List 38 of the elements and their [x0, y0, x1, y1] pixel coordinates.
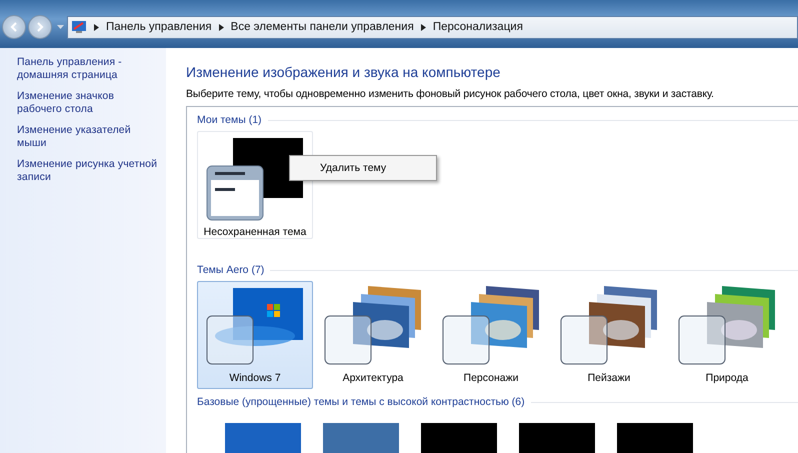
chevron-icon [94, 24, 99, 30]
breadcrumb[interactable]: Персонализация [432, 21, 523, 33]
sidebar-link[interactable]: Изменение указателей мыши [17, 124, 160, 150]
page-title: Изменение изображения и звука на компьютере [186, 64, 502, 80]
theme-name: Windows 7 [229, 372, 281, 384]
theme-tile[interactable]: Персонажи [433, 281, 549, 389]
chevron-icon [420, 24, 426, 30]
theme-name: Персонажи [464, 372, 518, 384]
sidebar-link[interactable]: Изменение значков рабочего стола [17, 90, 160, 116]
theme-thumbnail[interactable] [323, 423, 399, 453]
chevron-icon [218, 24, 224, 30]
theme-thumbnail[interactable] [617, 423, 693, 453]
page-description: Выберите тему, чтобы одновременно изменить фоновый рисунок рабочего стола, цвет окна, звуки и заставку. [186, 88, 715, 100]
theme-thumbnail[interactable] [225, 423, 301, 453]
breadcrumb[interactable]: Все элементы панели управления [230, 21, 414, 33]
theme-tile[interactable]: Пейзажи [551, 281, 667, 389]
theme-tile[interactable]: Несохраненная тема [197, 131, 313, 239]
sidebar-link[interactable]: Изменение рисунка учетной записи [17, 158, 160, 184]
theme-thumbnail[interactable] [519, 423, 595, 453]
theme-name: Несохраненная тема [204, 226, 306, 238]
forward-button[interactable] [28, 15, 52, 39]
theme-tile[interactable]: Windows 7 [197, 281, 313, 389]
section-heading: Темы Aero (7) [197, 264, 264, 276]
theme-thumbnail[interactable] [421, 423, 497, 453]
theme-tile[interactable]: Архитектура [315, 281, 431, 389]
menu-item[interactable]: Удалить тему [292, 158, 434, 178]
back-button[interactable] [2, 15, 26, 39]
theme-name: Природа [706, 372, 748, 384]
theme-name: Пейзажи [588, 372, 630, 384]
breadcrumb[interactable]: Панель управления [106, 21, 212, 33]
address-bar[interactable]: Панель управления Все элементы панели управления Персонализация [67, 16, 798, 38]
dropdown-icon[interactable] [57, 25, 64, 29]
theme-name: Архитектура [342, 372, 404, 384]
sidebar-link[interactable]: Панель управления - домашняя страница [17, 56, 160, 82]
section-heading: Базовые (упрощенные) темы и темы с высокой контрастностью (6) [197, 396, 525, 408]
section-heading: Мои темы (1) [197, 114, 262, 126]
control-panel-icon [71, 20, 87, 34]
theme-tile[interactable]: Природа [669, 281, 785, 389]
